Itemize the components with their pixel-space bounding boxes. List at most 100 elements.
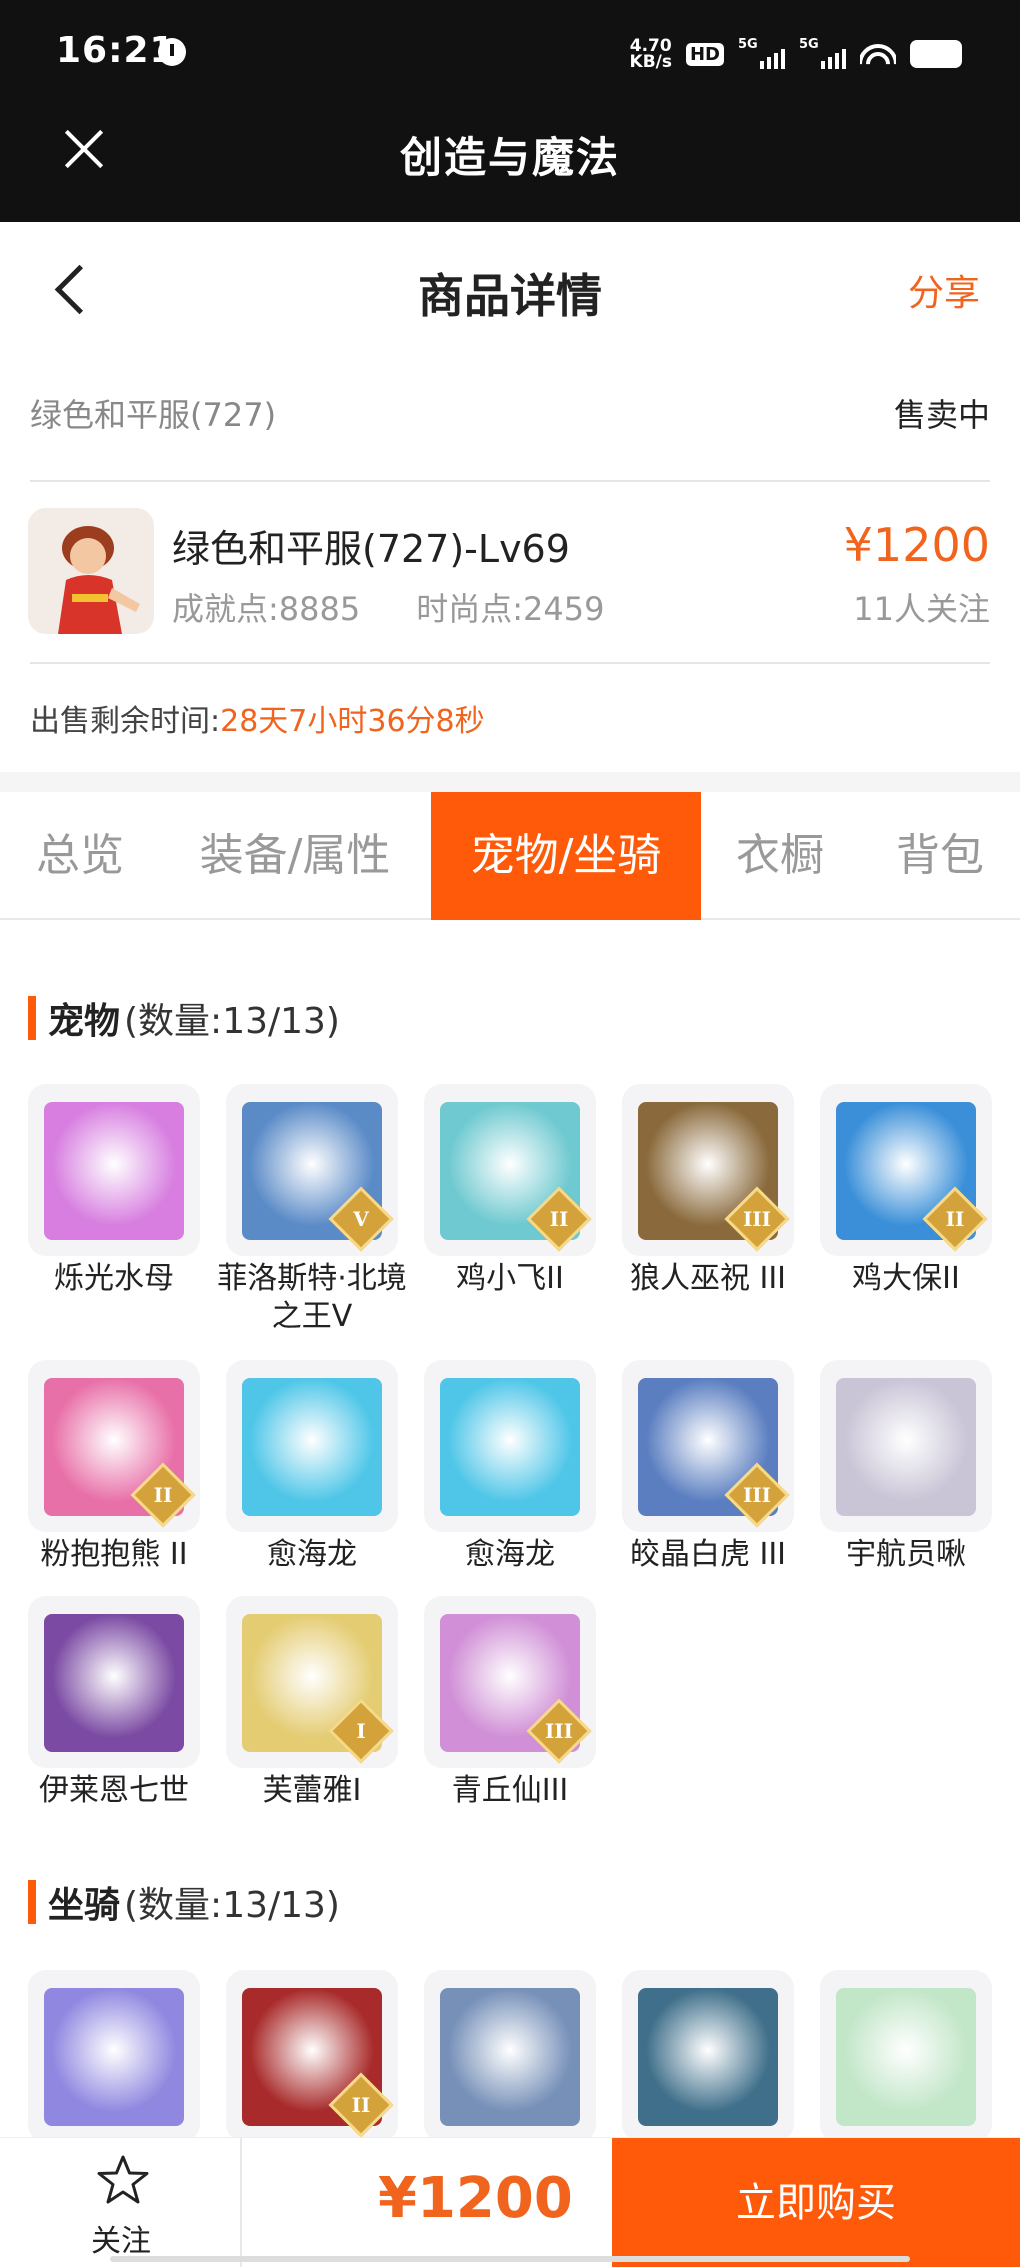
pets-section-count: (数量:13/13) bbox=[124, 1001, 340, 1042]
mount-card[interactable] bbox=[820, 1970, 992, 2142]
tab-overview[interactable]: 总览 bbox=[0, 792, 160, 920]
pet-card[interactable]: II 粉抱抱熊 II bbox=[28, 1360, 200, 1574]
divider bbox=[30, 480, 990, 482]
mount-portrait bbox=[836, 1988, 976, 2126]
pet-name: 愈海龙 bbox=[465, 1537, 555, 1572]
sale-status: 售卖中 bbox=[893, 396, 990, 434]
tab-wardrobe[interactable]: 衣橱 bbox=[712, 792, 848, 920]
signal-icon-sim2: 5G bbox=[799, 37, 846, 69]
follow-button[interactable]: 关注 bbox=[0, 2138, 242, 2267]
pet-name: 皎晶白虎 III bbox=[629, 1537, 787, 1572]
pet-name: 鸡小飞II bbox=[456, 1261, 564, 1296]
pet-name: 宇航员啾 bbox=[846, 1537, 966, 1572]
home-indicator bbox=[110, 2256, 910, 2262]
app-title-bar: 创造与魔法 bbox=[0, 104, 1020, 222]
mount-card[interactable] bbox=[424, 1970, 596, 2142]
pet-card[interactable]: 烁光水母 bbox=[28, 1084, 200, 1298]
pet-card[interactable]: I 芙蕾雅I bbox=[226, 1596, 398, 1810]
product-stats: 成就点:8885 时尚点:2459 bbox=[172, 584, 604, 630]
pet-image: II bbox=[424, 1084, 596, 1256]
network-speed: 4.70 KB/s bbox=[629, 36, 672, 72]
rank-badge-text: II bbox=[945, 1207, 965, 1231]
bottom-price: ¥1200 bbox=[378, 2166, 573, 2231]
pet-card[interactable]: II 鸡小飞II bbox=[424, 1084, 596, 1298]
achievement-points: 成就点:8885 bbox=[172, 590, 361, 628]
mount-card[interactable] bbox=[28, 1970, 200, 2142]
product-row: 绿色和平服(727)-Lv69 成就点:8885 时尚点:2459 ¥1200 … bbox=[28, 508, 990, 638]
pet-image: II bbox=[28, 1360, 200, 1532]
pet-card[interactable]: III 狼人巫祝 III bbox=[622, 1084, 794, 1298]
status-icons: 4.70 KB/s HD 5G 5G bbox=[630, 32, 962, 76]
mounts-section-title: 坐骑 bbox=[48, 1885, 121, 1926]
account-header-row: 绿色和平服(727) 售卖中 bbox=[30, 390, 990, 440]
mount-image bbox=[28, 1970, 200, 2142]
pet-card[interactable]: V 菲洛斯特·北境之王V bbox=[217, 1084, 407, 1336]
rank-badge-text: III bbox=[742, 1207, 772, 1231]
pet-card[interactable]: III 青丘仙III bbox=[424, 1596, 596, 1810]
pet-image bbox=[226, 1360, 398, 1532]
mounts-section-count: (数量:13/13) bbox=[124, 1885, 340, 1926]
pet-name: 青丘仙III bbox=[451, 1773, 569, 1808]
rank-badge-text: I bbox=[356, 1719, 366, 1743]
mounts-section-header: 坐骑 (数量:13/13) bbox=[28, 1878, 340, 1926]
mount-image bbox=[424, 1970, 596, 2142]
share-button[interactable]: 分享 bbox=[908, 264, 980, 316]
page-header: 商品详情 分享 bbox=[0, 222, 1020, 352]
pet-name: 鸡大保II bbox=[852, 1261, 960, 1296]
pet-portrait bbox=[440, 1378, 580, 1516]
fashion-points: 时尚点:2459 bbox=[416, 590, 605, 628]
divider bbox=[30, 662, 990, 664]
page-title: 商品详情 bbox=[418, 269, 602, 323]
section-separator bbox=[0, 772, 1020, 792]
signal-icon-sim1: 5G bbox=[738, 37, 785, 69]
character-avatar bbox=[28, 508, 154, 634]
pet-image: I bbox=[226, 1596, 398, 1768]
pet-card[interactable]: 伊莱恩七世 bbox=[28, 1596, 200, 1810]
tab-pets-mounts[interactable]: 宠物/坐骑 bbox=[431, 792, 701, 920]
buy-now-button[interactable]: 立即购买 bbox=[612, 2138, 1020, 2267]
mount-card[interactable] bbox=[622, 1970, 794, 2142]
pet-image bbox=[28, 1596, 200, 1768]
pet-image bbox=[28, 1084, 200, 1256]
follower-count: 11人关注 bbox=[853, 590, 990, 628]
pet-image: III bbox=[424, 1596, 596, 1768]
tab-backpack[interactable]: 背包 bbox=[872, 792, 1008, 920]
pet-name: 伊莱恩七世 bbox=[39, 1773, 189, 1808]
mount-card[interactable]: II bbox=[226, 1970, 398, 2142]
pet-name: 愈海龙 bbox=[267, 1537, 357, 1572]
pet-image: III bbox=[622, 1084, 794, 1256]
pet-image: V bbox=[226, 1084, 398, 1256]
pet-portrait bbox=[242, 1378, 382, 1516]
pet-name: 粉抱抱熊 II bbox=[40, 1537, 188, 1572]
rank-badge-text: II bbox=[549, 1207, 569, 1231]
pet-name: 烁光水母 bbox=[54, 1261, 174, 1296]
mount-portrait bbox=[440, 1988, 580, 2126]
battery-icon bbox=[910, 40, 962, 68]
rank-badge-text: V bbox=[353, 1207, 369, 1231]
pet-card[interactable]: 宇航员啾 bbox=[820, 1360, 992, 1574]
rank-badge-text: II bbox=[351, 2093, 371, 2117]
tab-equipment[interactable]: 装备/属性 bbox=[180, 792, 410, 920]
remaining-time-value: 28天7小时36分8秒 bbox=[220, 704, 485, 739]
pets-section-title: 宠物 bbox=[48, 1001, 121, 1042]
pet-portrait bbox=[836, 1378, 976, 1516]
pet-card[interactable]: 愈海龙 bbox=[226, 1360, 398, 1574]
follow-label: 关注 bbox=[91, 2224, 151, 2259]
mount-image bbox=[820, 1970, 992, 2142]
pet-card[interactable]: 愈海龙 bbox=[424, 1360, 596, 1574]
remaining-time-row: 出售剩余时间:28天7小时36分8秒 bbox=[30, 696, 485, 740]
stopwatch-icon bbox=[158, 38, 186, 66]
mount-image bbox=[622, 1970, 794, 2142]
hd-voice-icon: HD bbox=[685, 42, 724, 66]
mount-image: II bbox=[226, 1970, 398, 2142]
mount-portrait bbox=[638, 1988, 778, 2126]
detail-tabs: 总览 装备/属性 宠物/坐骑 衣橱 背包 bbox=[0, 792, 1020, 920]
pets-section-header: 宠物 (数量:13/13) bbox=[28, 994, 340, 1042]
section-accent-bar bbox=[28, 996, 36, 1040]
pet-image bbox=[424, 1360, 596, 1532]
pet-card[interactable]: II 鸡大保II bbox=[820, 1084, 992, 1298]
pet-name: 狼人巫祝 III bbox=[629, 1261, 787, 1296]
pet-card[interactable]: III 皎晶白虎 III bbox=[622, 1360, 794, 1574]
pet-image: II bbox=[820, 1084, 992, 1256]
status-bar: 16:21 4.70 KB/s HD 5G 5G bbox=[0, 0, 1020, 104]
